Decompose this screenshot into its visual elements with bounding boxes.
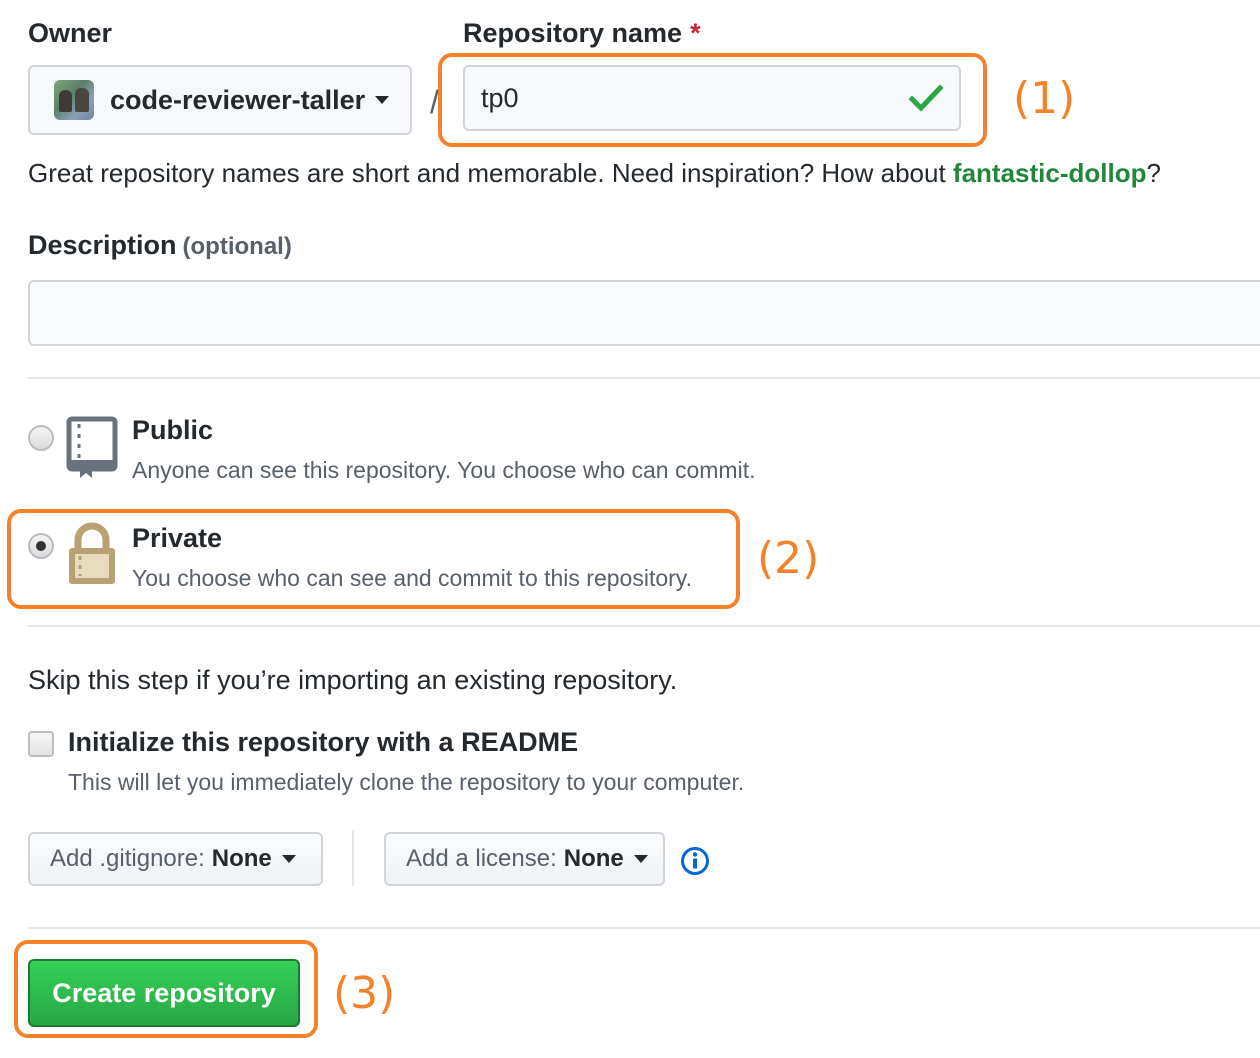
license-dropdown[interactable]: Add a license: None <box>384 832 665 886</box>
chevron-down-icon <box>633 855 648 863</box>
license-value: None <box>563 845 624 872</box>
owner-label: Owner <box>28 18 113 48</box>
public-radio[interactable] <box>28 425 54 451</box>
repo-book-icon <box>66 416 118 478</box>
readme-checkbox[interactable] <box>28 731 54 757</box>
annotation-1: (1) <box>1013 73 1076 124</box>
repo-name-label: Repository name * <box>463 18 701 49</box>
gitignore-value: None <box>211 845 272 872</box>
description-label: Description (optional) <box>28 230 292 261</box>
gitignore-label: Add .gitignore: <box>50 845 205 872</box>
annotation-2: (2) <box>757 533 820 584</box>
info-icon[interactable] <box>680 846 710 876</box>
dropdown-separator <box>352 830 354 886</box>
chevron-down-icon <box>281 855 296 863</box>
public-desc: Anyone can see this repository. You choo… <box>132 457 756 483</box>
owner-value: code-reviewer-taller <box>110 84 366 115</box>
owner-select[interactable]: code-reviewer-taller <box>28 65 412 135</box>
required-mark: * <box>690 18 701 48</box>
license-label: Add a license: <box>406 845 557 872</box>
readme-desc: This will let you immediately clone the … <box>68 769 745 795</box>
annotation-3: (3) <box>333 968 396 1019</box>
highlight-box-2 <box>7 509 740 609</box>
divider <box>28 377 1260 379</box>
highlight-box-1 <box>438 53 987 147</box>
optional-tag: (optional) <box>182 233 292 260</box>
repo-name-label-text: Repository name <box>463 18 683 48</box>
public-title: Public <box>132 415 214 445</box>
name-hint: Great repository names are short and mem… <box>28 158 1161 189</box>
name-hint-prefix: Great repository names are short and mem… <box>28 158 953 188</box>
avatar <box>54 80 94 120</box>
chevron-down-icon <box>375 96 390 104</box>
readme-title: Initialize this repository with a README <box>68 727 579 757</box>
import-hint: Skip this step if you’re importing an ex… <box>28 665 678 695</box>
highlight-box-3 <box>14 940 318 1038</box>
gitignore-dropdown[interactable]: Add .gitignore: None <box>28 832 323 886</box>
name-hint-suffix: ? <box>1146 158 1161 188</box>
divider <box>28 927 1260 929</box>
description-label-text: Description <box>28 230 177 260</box>
name-suggestion-link[interactable]: fantastic-dollop <box>953 158 1147 188</box>
divider <box>28 625 1260 627</box>
description-input[interactable] <box>28 280 1260 346</box>
